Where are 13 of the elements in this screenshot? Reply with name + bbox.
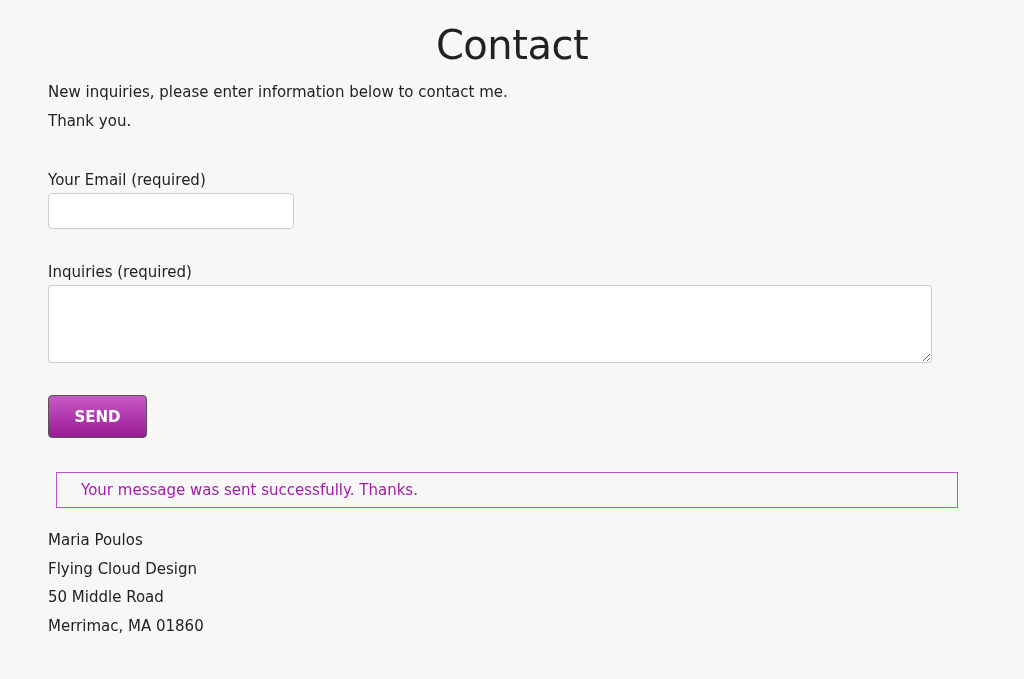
- success-message: Your message was sent successfully. Thanks.: [56, 472, 958, 508]
- email-field[interactable]: [48, 193, 294, 229]
- inquiries-field[interactable]: [48, 285, 932, 363]
- intro-text: New inquiries, please enter information below to contact me.: [48, 82, 509, 103]
- field-label: Inquiries (required): [48, 262, 192, 283]
- field-label: Your Email (required): [48, 170, 206, 191]
- address-line: 50 Middle Road: [48, 587, 165, 608]
- intro-text: Thank you.: [48, 110, 133, 132]
- address-line: Merrimac, MA 01860: [48, 615, 205, 637]
- send-button[interactable]: SEND: [48, 395, 147, 438]
- address-line: Maria Poulos: [48, 530, 144, 551]
- address-line: Flying Cloud Design: [48, 558, 199, 580]
- page-title: Contact: [434, 21, 590, 70]
